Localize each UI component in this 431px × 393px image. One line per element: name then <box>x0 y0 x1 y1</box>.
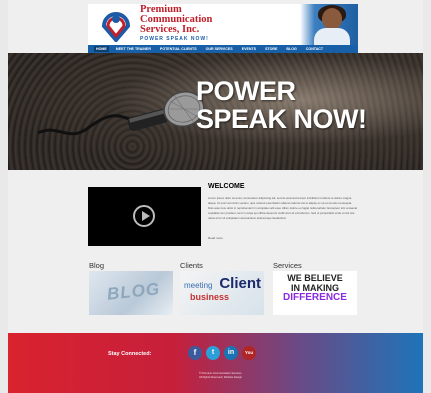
play-icon[interactable] <box>133 205 155 227</box>
youtube-icon[interactable]: You <box>242 346 256 360</box>
page: Premium Communication Services, Inc. POW… <box>8 0 423 393</box>
logo-icon[interactable] <box>98 6 134 42</box>
copyright-line-2: All Rights Reserved | Website Design <box>199 376 243 379</box>
nav-home[interactable]: HOME <box>94 46 109 52</box>
stay-connected-label: Stay Connected: <box>108 351 152 357</box>
welcome-text: Lorem ipsum dolor sit amet, consectetur … <box>208 196 358 220</box>
nav-events[interactable]: EVENTS <box>240 46 258 52</box>
clients-heading[interactable]: Clients <box>180 261 203 270</box>
clients-image-meeting: meeting <box>184 281 213 290</box>
nav-contact[interactable]: CONTACT <box>304 46 325 52</box>
nav-store[interactable]: STORE <box>263 46 279 52</box>
services-image-line-3: DIFFERENCE <box>283 292 347 303</box>
copyright: © Premium Communication Services All Rig… <box>199 372 242 380</box>
clients-image-business: business <box>190 292 230 302</box>
blog-image-word: BLOG <box>106 279 161 304</box>
main-nav: HOME MEET THE TRAINER POTENTIAL CLIENTS … <box>88 45 358 53</box>
clients-thumbnail[interactable]: Client meeting business <box>180 271 264 315</box>
hero-banner: POWER SPEAK NOW! <box>8 53 423 170</box>
services-image-line-1: WE BELIEVE <box>287 273 343 283</box>
microphone-icon <box>38 91 205 136</box>
twitter-icon[interactable]: t <box>206 346 220 360</box>
linkedin-icon[interactable]: in <box>224 346 238 360</box>
video-player[interactable] <box>88 187 201 246</box>
clients-image-client: Client <box>219 275 261 292</box>
brand-name[interactable]: Premium Communication Services, Inc. POW… <box>140 4 212 43</box>
nav-blog[interactable]: BLOG <box>284 46 298 52</box>
services-thumbnail[interactable]: WE BELIEVE IN MAKING DIFFERENCE <box>273 271 357 315</box>
nav-our-services[interactable]: OUR SERVICES <box>204 46 235 52</box>
services-heading[interactable]: Services <box>273 261 302 270</box>
blog-heading[interactable]: Blog <box>89 261 104 270</box>
hero-line-2: SPEAK NOW! <box>196 104 367 134</box>
facebook-icon[interactable]: f <box>188 346 202 360</box>
nav-meet-the-trainer[interactable]: MEET THE TRAINER <box>114 46 153 52</box>
site-footer: Stay Connected: f t in You © Premium Com… <box>8 333 423 393</box>
brand-tagline: POWER SPEAK NOW! <box>140 36 209 42</box>
site-header: Premium Communication Services, Inc. POW… <box>88 4 358 46</box>
blog-thumbnail[interactable]: BLOG <box>89 271 173 315</box>
trainer-photo <box>300 4 358 46</box>
welcome-heading: WELCOME <box>208 183 245 190</box>
read-more-link[interactable]: Read more <box>208 236 223 240</box>
brand-line-3: Services, Inc. <box>140 24 200 35</box>
hero-line-1: POWER <box>196 76 296 106</box>
nav-potential-clients[interactable]: POTENTIAL CLIENTS <box>158 46 199 52</box>
hero-title: POWER SPEAK NOW! <box>196 77 367 133</box>
